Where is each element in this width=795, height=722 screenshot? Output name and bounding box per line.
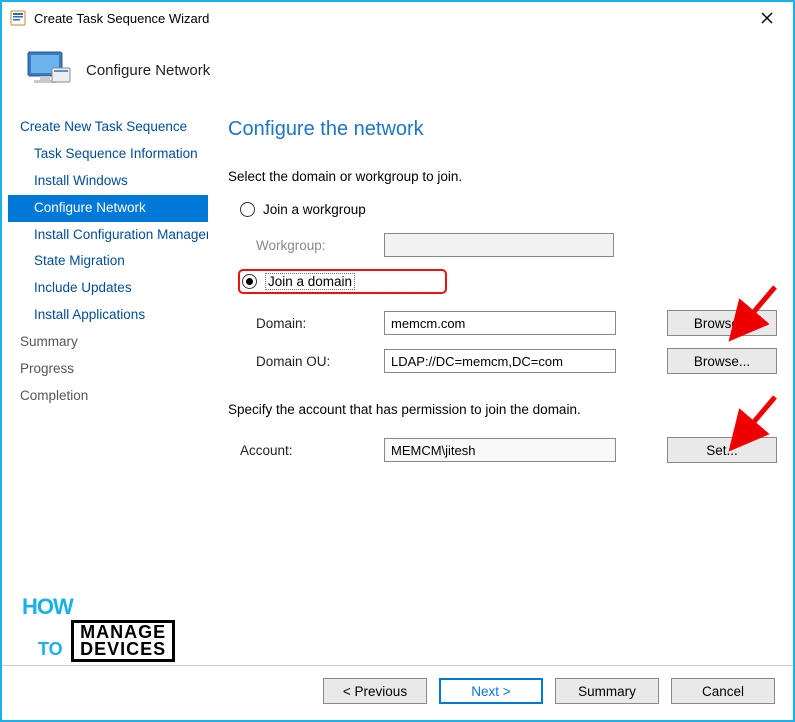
- domain-label: Domain:: [256, 316, 376, 331]
- app-icon: [10, 10, 26, 26]
- radio-join-workgroup[interactable]: Join a workgroup: [240, 202, 777, 217]
- domain-ou-input[interactable]: [384, 349, 616, 373]
- previous-button[interactable]: < Previous: [323, 678, 427, 704]
- radio-icon: [242, 274, 257, 289]
- nav-item-configure-network[interactable]: Configure Network: [8, 195, 208, 222]
- account-intro: Specify the account that has permission …: [228, 402, 777, 417]
- summary-button[interactable]: Summary: [555, 678, 659, 704]
- browse-domain-button[interactable]: Browse...: [667, 310, 777, 336]
- set-account-button[interactable]: Set...: [667, 437, 777, 463]
- window-title: Create Task Sequence Wizard: [34, 11, 745, 26]
- wizard-nav: Create New Task Sequence Task Sequence I…: [2, 114, 208, 665]
- nav-item-install-cm[interactable]: Install Configuration Manager: [8, 222, 208, 249]
- account-label: Account:: [240, 443, 376, 458]
- close-button[interactable]: [745, 4, 789, 32]
- workgroup-label: Workgroup:: [256, 238, 376, 253]
- wizard-panel: Configure the network Select the domain …: [208, 114, 793, 665]
- browse-ou-button[interactable]: Browse...: [667, 348, 777, 374]
- nav-item-install-applications[interactable]: Install Applications: [8, 302, 208, 329]
- radio-icon: [240, 202, 255, 217]
- workgroup-input: [384, 233, 614, 257]
- account-input: [384, 438, 616, 462]
- titlebar: Create Task Sequence Wizard: [2, 2, 793, 34]
- nav-root[interactable]: Create New Task Sequence: [8, 114, 208, 141]
- step-label: Configure Network: [86, 62, 210, 79]
- nav-item-task-sequence-info[interactable]: Task Sequence Information: [8, 141, 208, 168]
- intro-text: Select the domain or workgroup to join.: [228, 169, 777, 184]
- domain-ou-label: Domain OU:: [256, 354, 376, 369]
- nav-summary[interactable]: Summary: [8, 329, 208, 356]
- header-band: Configure Network: [2, 34, 793, 114]
- wizard-body: Create New Task Sequence Task Sequence I…: [2, 114, 793, 665]
- wizard-window: Create Task Sequence Wizard Configure Ne…: [0, 0, 795, 722]
- nav-item-state-migration[interactable]: State Migration: [8, 248, 208, 275]
- nav-item-include-updates[interactable]: Include Updates: [8, 275, 208, 302]
- domain-input[interactable]: [384, 311, 616, 335]
- nav-item-install-windows[interactable]: Install Windows: [8, 168, 208, 195]
- cancel-button[interactable]: Cancel: [671, 678, 775, 704]
- wizard-buttons-bar: < Previous Next > Summary Cancel: [2, 665, 793, 720]
- nav-completion[interactable]: Completion: [8, 383, 208, 410]
- radio-join-domain[interactable]: Join a domain: [238, 269, 447, 294]
- nav-progress[interactable]: Progress: [8, 356, 208, 383]
- radio-label-domain: Join a domain: [265, 273, 355, 290]
- page-heading: Configure the network: [228, 118, 777, 141]
- monitor-icon: [24, 46, 72, 94]
- radio-label-workgroup: Join a workgroup: [263, 202, 366, 217]
- next-button[interactable]: Next >: [439, 678, 543, 704]
